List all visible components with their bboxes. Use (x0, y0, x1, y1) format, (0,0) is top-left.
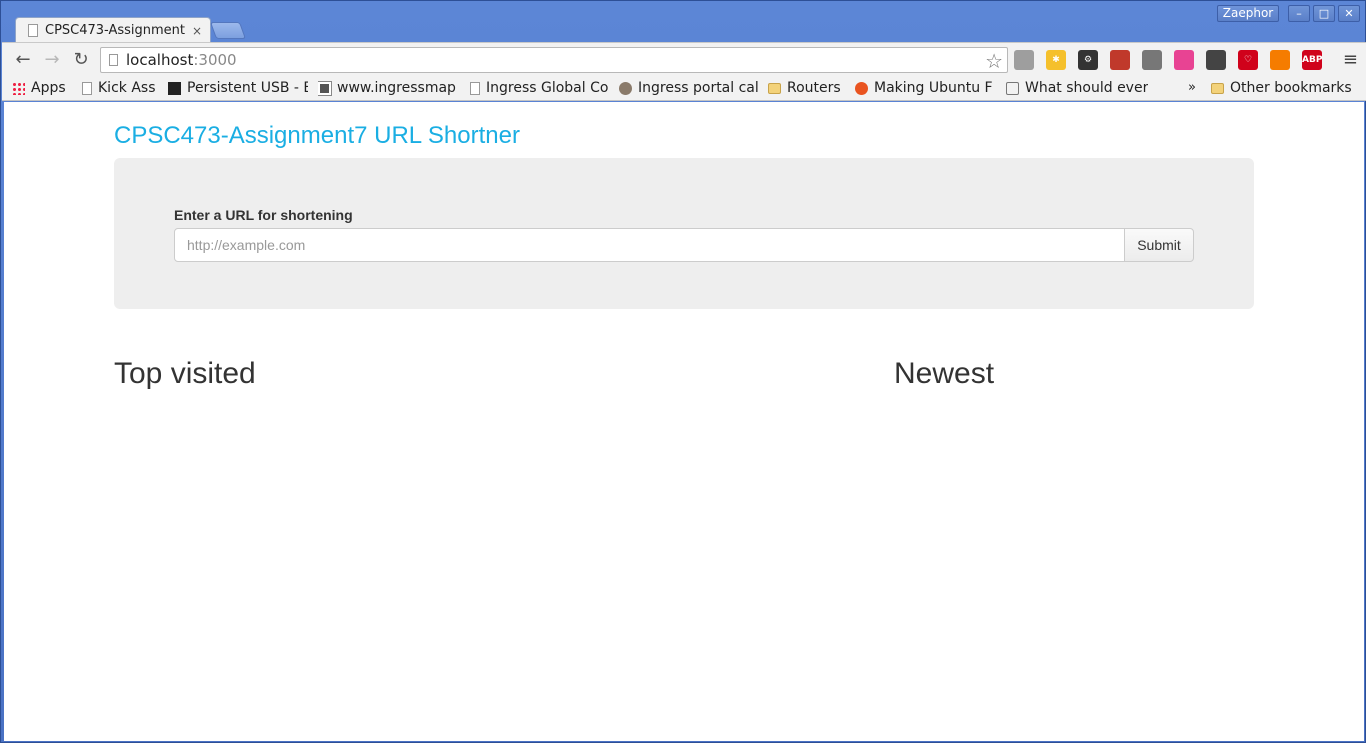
tab-active[interactable]: CPSC473-Assignment7 URL Shortner × (15, 17, 211, 43)
cast-icon[interactable] (1142, 50, 1162, 70)
extension-icons: ✱ ⚙ ♡ ABP (1014, 48, 1334, 72)
apps-grid-icon (12, 81, 25, 95)
bookmark-persistent-usb[interactable]: Persistent USB - E (168, 78, 308, 98)
url-input[interactable] (174, 228, 1125, 262)
page-viewport: CPSC473-Assignment7 URL Shortner Enter a… (4, 102, 1364, 741)
top-visited-heading: Top visited (114, 357, 256, 390)
browser-window: CPSC473-Assignment7 URL Shortner × Zaeph… (0, 0, 1366, 743)
ubuntu-icon (855, 81, 868, 95)
folder-icon (768, 82, 781, 94)
bookmark-ingress-portal[interactable]: Ingress portal cal (619, 78, 759, 98)
reload-button[interactable]: ↻ (69, 48, 93, 72)
bookmark-routers[interactable]: Routers (768, 78, 848, 98)
bookmark-what-should[interactable]: What should ever (1006, 78, 1148, 98)
forward-button[interactable]: → (40, 48, 64, 72)
site-title-link[interactable]: CPSC473-Assignment7 URL Shortner (114, 122, 520, 150)
folder-icon (1211, 82, 1224, 94)
bug-icon (619, 81, 632, 95)
page-icon (28, 24, 38, 37)
mask-icon[interactable] (1206, 50, 1226, 70)
extension-yellow-icon[interactable]: ✱ (1046, 50, 1066, 70)
bookmark-ingressmap[interactable]: www.ingressmap (318, 78, 458, 98)
hangouts-icon[interactable] (1014, 50, 1034, 70)
newest-heading: Newest (894, 357, 995, 390)
tab-close-icon[interactable]: × (192, 24, 202, 38)
bookmarks-overflow-button[interactable]: » (1188, 80, 1196, 95)
url-port: :3000 (193, 51, 237, 69)
page-icon (82, 81, 92, 95)
gear-extension-icon[interactable]: ⚙ (1078, 50, 1098, 70)
url-host: localhost (126, 51, 194, 69)
browser-toolbar: ← → ↻ localhost:3000 ☆ ✱ ⚙ ♡ ABP ≡ (2, 42, 1366, 76)
maximize-button[interactable]: □ (1313, 5, 1335, 22)
bookmark-kick-ass[interactable]: Kick Ass (82, 78, 162, 98)
back-button[interactable]: ← (11, 48, 35, 72)
terminal-icon (168, 81, 181, 95)
tab-title: CPSC473-Assignment7 URL Shortner (45, 23, 186, 38)
other-bookmarks[interactable]: Other bookmarks (1211, 78, 1361, 98)
analytics-icon[interactable] (1270, 50, 1290, 70)
extension-red-icon[interactable] (1110, 50, 1130, 70)
submit-button[interactable]: Submit (1124, 228, 1194, 262)
address-bar[interactable]: localhost:3000 ☆ (100, 47, 1008, 73)
tab-strip: CPSC473-Assignment7 URL Shortner × Zaeph… (1, 1, 1365, 43)
page-icon (470, 81, 480, 95)
heart-icon[interactable]: ♡ (1238, 50, 1258, 70)
bookmark-apps[interactable]: Apps (12, 78, 74, 98)
minimize-button[interactable]: – (1288, 5, 1310, 22)
profile-button[interactable]: Zaephor (1217, 5, 1279, 22)
hook-icon (1006, 81, 1019, 95)
square-icon (318, 80, 332, 96)
close-window-button[interactable]: ✕ (1338, 5, 1360, 22)
color-wheel-icon[interactable] (1174, 50, 1194, 70)
chrome-menu-icon[interactable]: ≡ (1343, 49, 1358, 70)
new-tab-button[interactable] (209, 22, 247, 39)
bookmark-ingress-global[interactable]: Ingress Global Co (470, 78, 610, 98)
url-input-label: Enter a URL for shortening (174, 207, 353, 223)
adblock-icon[interactable]: ABP (1302, 50, 1322, 70)
bookmark-star-icon[interactable]: ☆ (985, 49, 1003, 73)
page-icon (109, 54, 118, 66)
url-form-panel: Enter a URL for shortening Submit (114, 158, 1254, 309)
bookmarks-bar: Apps Kick Ass Persistent USB - E www.ing… (2, 76, 1366, 101)
bookmark-making-ubuntu[interactable]: Making Ubuntu F (855, 78, 997, 98)
